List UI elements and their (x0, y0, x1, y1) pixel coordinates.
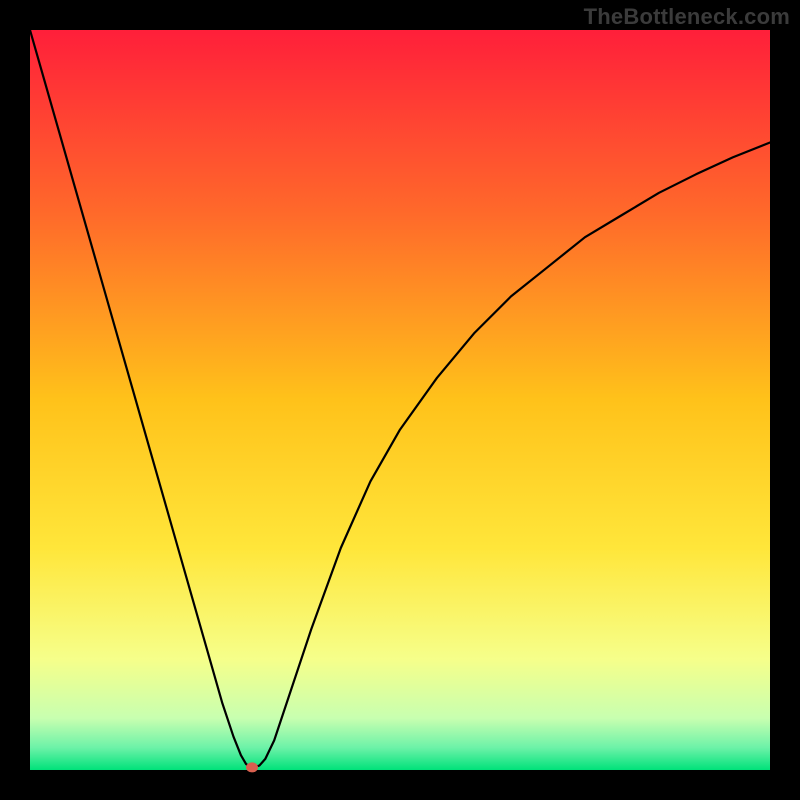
optimum-marker (246, 762, 258, 772)
bottleneck-chart (0, 0, 800, 800)
chart-frame: TheBottleneck.com (0, 0, 800, 800)
plot-background (30, 30, 770, 770)
